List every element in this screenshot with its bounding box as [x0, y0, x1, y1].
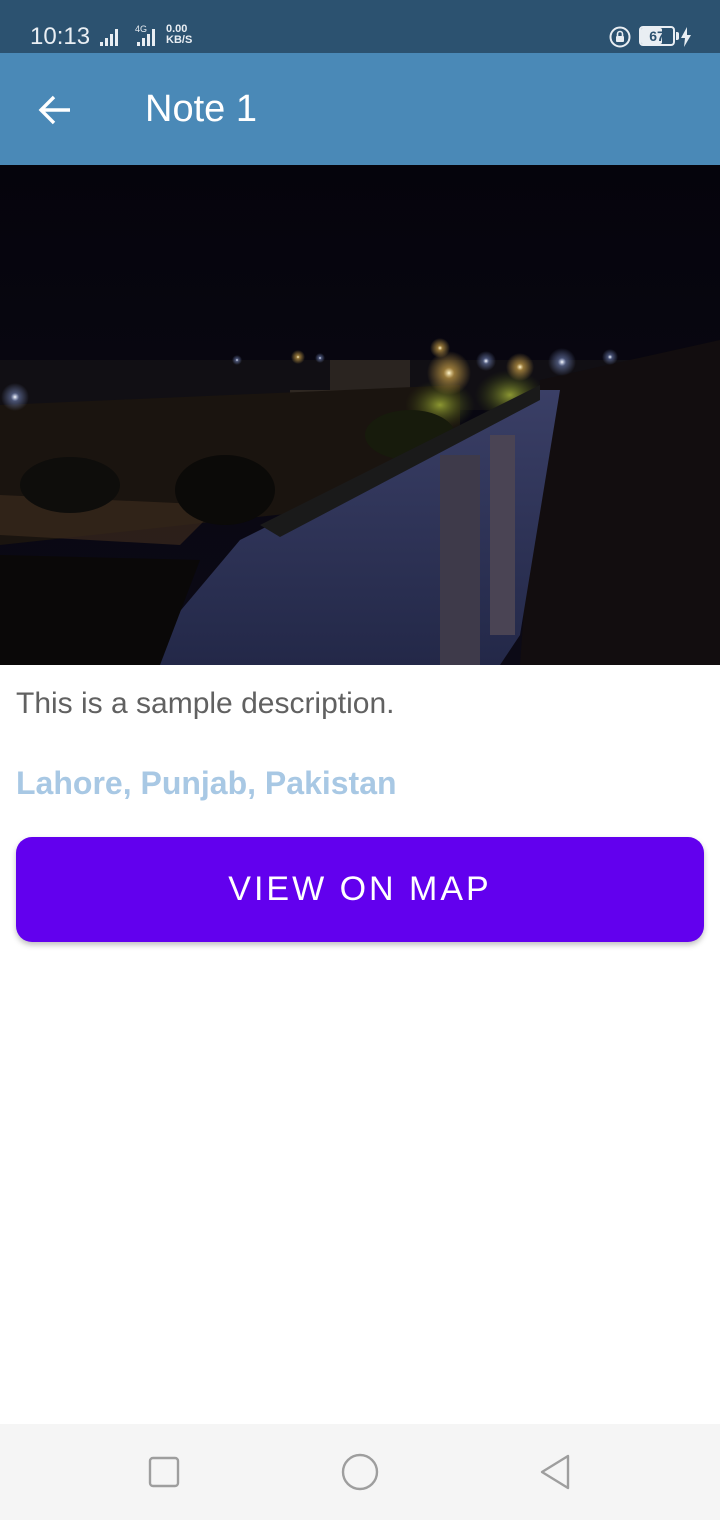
view-on-map-button[interactable]: VIEW ON MAP	[16, 837, 704, 942]
signal-icon	[137, 29, 155, 46]
recent-apps-button[interactable]	[140, 1448, 188, 1496]
triangle-back-icon	[540, 1454, 570, 1490]
battery-level-text: 67	[649, 28, 665, 44]
back-button[interactable]	[24, 81, 80, 137]
note-location: Lahore, Punjab, Pakistan	[16, 765, 397, 801]
note-detail-screen: 10:13 4G 0.00 KB/S 67 Note 1 This is a s…	[0, 0, 720, 1520]
arrow-left-icon	[38, 95, 70, 125]
network-speed: 0.00 KB/S	[166, 24, 192, 46]
system-nav-bar	[0, 1424, 720, 1520]
lock-rotation-icon	[609, 26, 631, 48]
note-description: This is a sample description.	[16, 687, 395, 720]
page-title: Note 1	[145, 88, 257, 130]
network-speed-unit: KB/S	[166, 34, 193, 46]
note-image	[0, 165, 720, 665]
circle-home-icon	[341, 1453, 379, 1491]
night-photo	[0, 165, 720, 665]
battery-cap	[676, 32, 679, 40]
battery-icon: 67	[639, 26, 675, 46]
charging-icon	[681, 27, 691, 47]
system-back-button[interactable]	[532, 1448, 580, 1496]
home-button[interactable]	[336, 1448, 384, 1496]
status-time: 10:13	[30, 23, 91, 50]
app-bar: Note 1	[0, 53, 720, 165]
signal-icon	[100, 29, 118, 46]
square-recent-icon	[148, 1456, 180, 1488]
status-bar: 10:13 4G 0.00 KB/S 67	[0, 0, 720, 53]
